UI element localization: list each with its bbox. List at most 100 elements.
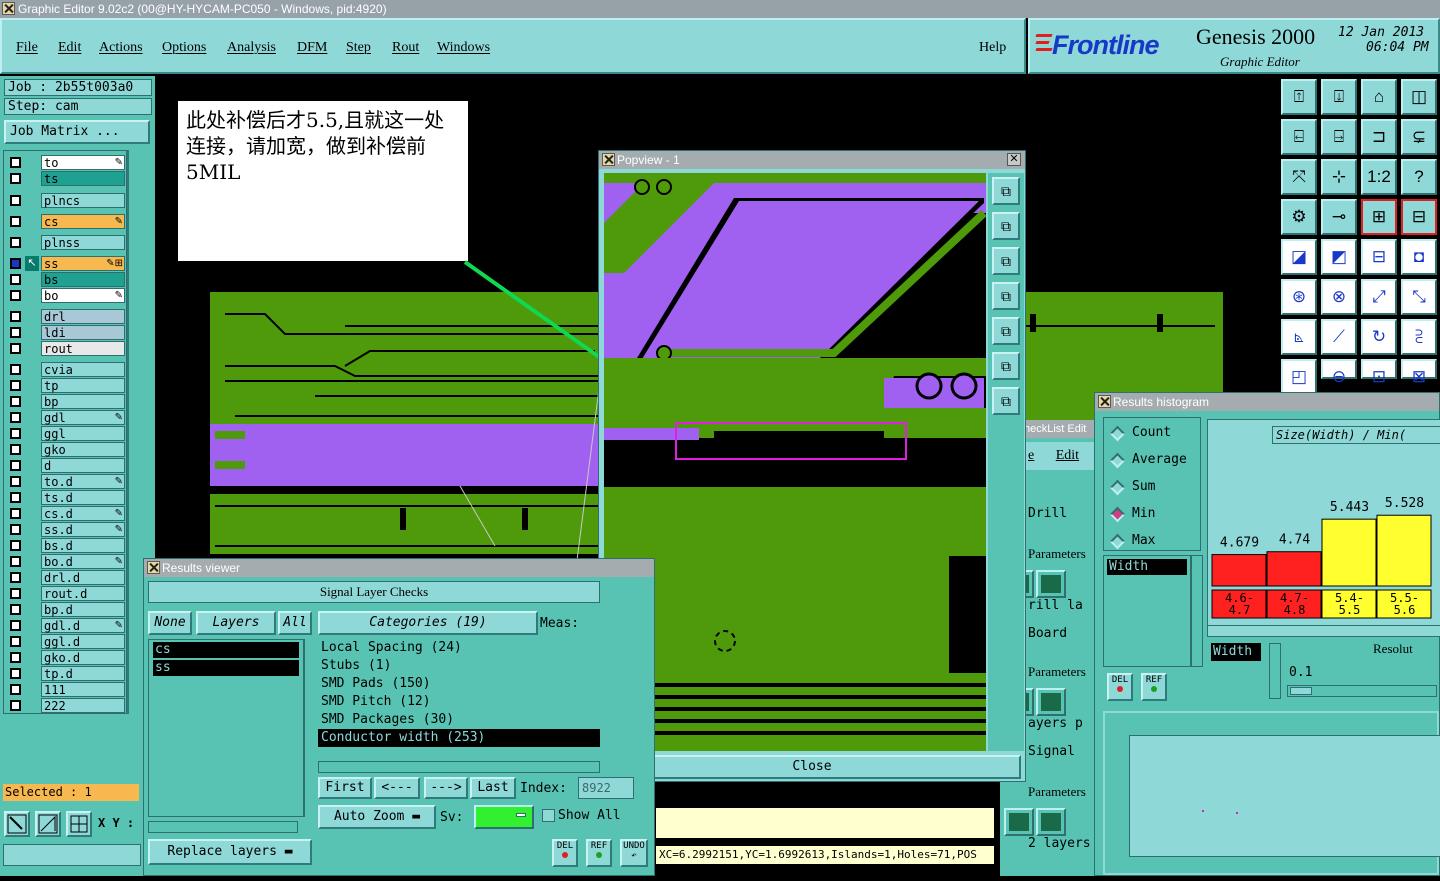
menu-file[interactable]: File: [16, 40, 38, 56]
layer-row-bp-d[interactable]: bp.d: [7, 602, 125, 617]
layer-checkbox[interactable]: [10, 492, 21, 503]
tool-button-23[interactable]: ⤢: [1361, 279, 1397, 315]
tool-button-32[interactable]: ⊠: [1401, 359, 1437, 386]
last-button[interactable]: Last: [470, 777, 516, 799]
category-item[interactable]: SMD Packages (30): [318, 711, 600, 729]
tool-button-10[interactable]: ⊹: [1321, 159, 1357, 195]
layer-checkbox[interactable]: [10, 327, 21, 338]
checklist-row[interactable]: Drill: [1028, 504, 1094, 524]
field-width[interactable]: Width: [1107, 559, 1187, 575]
layer-row-rout[interactable]: rout: [7, 341, 125, 356]
menu-windows[interactable]: Windows: [437, 40, 490, 56]
tool-button-28[interactable]: ⫔: [1401, 319, 1437, 355]
menu-analysis[interactable]: Analysis: [227, 40, 276, 56]
layer-name[interactable]: gdl.d: [41, 618, 125, 633]
layer-row-drl[interactable]: drl: [7, 309, 125, 324]
layer-row-cs-d[interactable]: cs.d ✎: [7, 506, 125, 521]
tool-button-22[interactable]: ⊗: [1321, 279, 1357, 315]
layer-checkbox[interactable]: [10, 556, 21, 567]
layer-row-to-d[interactable]: to.d ✎: [7, 474, 125, 489]
tool-button-6[interactable]: ⍈: [1321, 119, 1357, 155]
tool-button-1[interactable]: ⍐: [1281, 79, 1317, 115]
layer-row-bp[interactable]: bp: [7, 394, 125, 409]
popview-tool-4[interactable]: ⧉: [992, 282, 1020, 310]
tool-button-11[interactable]: 1:2: [1361, 159, 1397, 195]
menu-help[interactable]: Help: [979, 40, 1006, 56]
tool-button-13[interactable]: ⚙: [1281, 199, 1317, 235]
popview-tool-1[interactable]: ⧉: [992, 177, 1020, 205]
tool-button-5[interactable]: ⍇: [1281, 119, 1317, 155]
field-list-scrollbar[interactable]: [1191, 555, 1203, 667]
layer-checkbox[interactable]: [10, 476, 21, 487]
tool-icon-3[interactable]: [66, 811, 92, 837]
histogram-option-average[interactable]: Average: [1109, 451, 1200, 471]
result-layer-cs[interactable]: cs: [153, 642, 299, 658]
tool-button-30[interactable]: ⊖: [1321, 359, 1357, 386]
layer-name[interactable]: 111: [41, 682, 125, 697]
undo-button[interactable]: UNDO ↶: [620, 839, 648, 867]
tool-button-19[interactable]: ⊟: [1361, 239, 1397, 275]
replace-layers-select[interactable]: Replace layers ▬: [148, 839, 312, 865]
tool-button-14[interactable]: ⊸: [1321, 199, 1357, 235]
layer-checkbox[interactable]: [10, 460, 21, 471]
tool-button-29[interactable]: ◰: [1281, 359, 1317, 395]
tool-button-9[interactable]: ⤧: [1281, 159, 1317, 195]
tool-button-26[interactable]: ⟋: [1321, 319, 1357, 355]
radio-icon[interactable]: [1109, 425, 1126, 442]
layer-row-222[interactable]: 222: [7, 698, 125, 713]
layer-checkbox[interactable]: [10, 157, 21, 168]
category-list[interactable]: Local Spacing (24) Stubs (1) SMD Pads (150…: [318, 639, 600, 757]
popview-tool-2[interactable]: ⧉: [992, 212, 1020, 240]
layer-name[interactable]: ldi: [41, 325, 125, 340]
layer-checkbox[interactable]: [10, 412, 21, 423]
category-item[interactable]: Stubs (1): [318, 657, 600, 675]
histogram-bar[interactable]: [1211, 554, 1267, 587]
layer-name[interactable]: bp.d: [41, 602, 125, 617]
layer-checkbox[interactable]: [10, 290, 21, 301]
layer-checkbox[interactable]: [10, 343, 21, 354]
checklist-action-6[interactable]: [1036, 808, 1066, 836]
tool-button-16[interactable]: ⊟: [1401, 199, 1437, 235]
layer-name[interactable]: ggl: [41, 426, 125, 441]
layer-row-plncs[interactable]: plncs: [7, 193, 125, 208]
popview-tool-7[interactable]: ⧉: [992, 387, 1020, 415]
layer-checkbox[interactable]: [10, 588, 21, 599]
categories-button[interactable]: Categories (19): [318, 611, 538, 635]
layer-row-ggl[interactable]: ggl: [7, 426, 125, 441]
layer-checkbox[interactable]: [10, 311, 21, 322]
layer-checkbox[interactable]: [10, 364, 21, 375]
layer-results-list[interactable]: cs ss: [148, 639, 304, 817]
layer-name[interactable]: drl: [41, 309, 125, 324]
tool-button-17[interactable]: ◪: [1281, 239, 1317, 275]
popview-canvas[interactable]: [604, 173, 986, 751]
layer-name[interactable]: gko.d: [41, 650, 125, 665]
layer-row-ldi[interactable]: ldi: [7, 325, 125, 340]
layer-row-ts[interactable]: ts: [7, 171, 125, 186]
histogram-option-count[interactable]: Count: [1109, 424, 1200, 444]
tool-button-24[interactable]: ⤡: [1401, 279, 1437, 315]
layer-name[interactable]: drl.d: [41, 570, 125, 585]
layer-row-bs-d[interactable]: bs.d: [7, 538, 125, 553]
layer-name[interactable]: to.d: [41, 474, 125, 489]
layer-name[interactable]: cvia: [41, 362, 125, 377]
layer-checkbox[interactable]: [10, 604, 21, 615]
tool-icon-1[interactable]: [4, 811, 30, 837]
prev-button[interactable]: <---: [374, 777, 420, 799]
result-layer-ss[interactable]: ss: [153, 660, 299, 676]
next-button[interactable]: --->: [424, 777, 468, 799]
layer-checkbox[interactable]: [10, 173, 21, 184]
tool-button-25[interactable]: ⦝: [1281, 319, 1317, 355]
histogram-hscrollbar[interactable]: [1207, 625, 1440, 637]
layer-row-ggl-d[interactable]: ggl.d: [7, 634, 125, 649]
tool-button-3[interactable]: ⌂: [1361, 79, 1397, 115]
histogram-del-button[interactable]: DEL: [1107, 673, 1133, 701]
layer-name[interactable]: tp.d: [41, 666, 125, 681]
job-matrix-button[interactable]: Job Matrix ...: [4, 120, 150, 144]
layer-name[interactable]: plnss: [41, 235, 125, 250]
histogram-bar[interactable]: [1321, 518, 1377, 587]
checklist-row[interactable]: rill la: [1028, 596, 1094, 616]
layer-row-cvia[interactable]: cvia: [7, 362, 125, 377]
layer-name[interactable]: bp: [41, 394, 125, 409]
tool-button-7[interactable]: ⊐: [1361, 119, 1397, 155]
layer-row-tp-d[interactable]: tp.d: [7, 666, 125, 681]
